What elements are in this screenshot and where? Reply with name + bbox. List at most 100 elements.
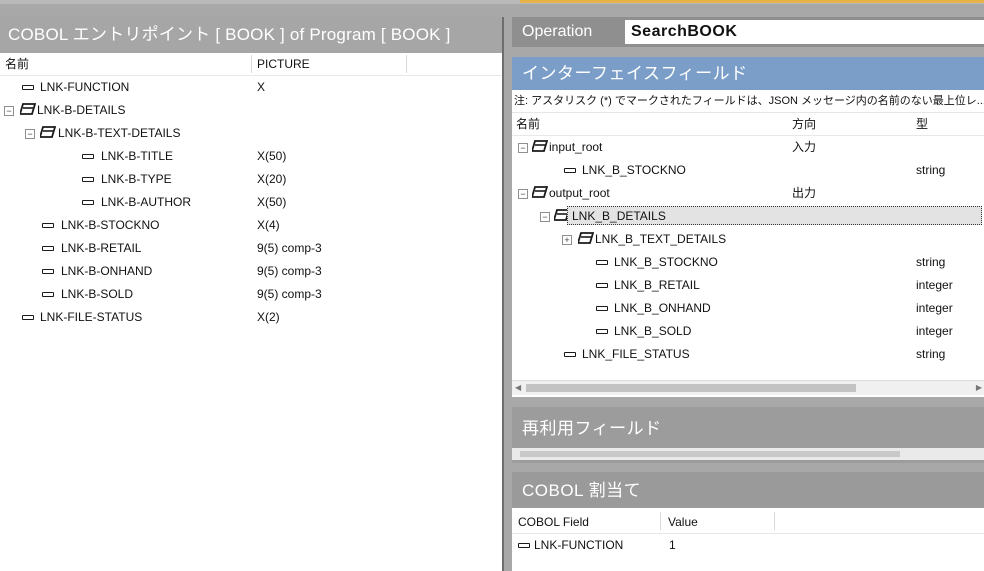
group-icon xyxy=(40,125,56,139)
field-icon xyxy=(82,177,94,182)
column-value-header[interactable]: Value xyxy=(668,508,698,536)
tree-row-picture: 9(5) comp-3 xyxy=(257,264,322,278)
collapse-toggle-icon[interactable]: − xyxy=(25,129,35,139)
collapse-toggle-icon[interactable]: − xyxy=(518,143,528,153)
operation-label: Operation xyxy=(522,23,593,40)
tree-row-type: string xyxy=(916,347,946,361)
tree-row-type: integer xyxy=(916,324,953,338)
tree-row-picture: X(2) xyxy=(257,310,280,324)
tree-row[interactable]: − LNK-B-DETAILS xyxy=(0,99,502,122)
tree-row-name: LNK-B-DETAILS xyxy=(37,103,126,117)
column-divider[interactable] xyxy=(406,55,407,73)
operation-name-field[interactable]: SearchBOOK xyxy=(625,20,984,44)
tree-row[interactable]: LNK_B_SOLD integer xyxy=(512,320,984,343)
column-type-header[interactable]: 型 xyxy=(916,113,928,135)
field-icon xyxy=(596,306,608,311)
tree-row[interactable]: LNK-B-AUTHOR X(50) xyxy=(0,191,502,214)
tree-row-picture: 9(5) comp-3 xyxy=(257,241,322,255)
column-picture-header[interactable]: PICTURE xyxy=(257,53,310,75)
top-strip xyxy=(0,0,984,4)
table-row[interactable]: LNK-FUNCTION 1 xyxy=(512,534,984,557)
tree-row[interactable]: LNK-B-STOCKNO X(4) xyxy=(0,214,502,237)
tree-row-name: LNK_B_ONHAND xyxy=(614,301,711,315)
column-field-header[interactable]: COBOL Field xyxy=(518,508,589,536)
tree-row-name: LNK_B_RETAIL xyxy=(614,278,700,292)
tree-row-name: LNK_B_SOLD xyxy=(614,324,692,338)
column-direction-header[interactable]: 方向 xyxy=(792,113,816,135)
tree-row[interactable]: LNK-B-RETAIL 9(5) comp-3 xyxy=(0,237,502,260)
tree-row[interactable]: − input_root 入力 xyxy=(512,136,984,159)
tree-row-picture: X(20) xyxy=(257,172,287,186)
field-icon xyxy=(22,85,34,90)
expand-toggle-icon[interactable]: + xyxy=(562,235,572,245)
cobol-field-value[interactable]: 1 xyxy=(669,534,676,557)
tree-row[interactable]: LNK-B-ONHAND 9(5) comp-3 xyxy=(0,260,502,283)
tree-row-name: LNK-B-ONHAND xyxy=(61,264,153,278)
tree-row-name: LNK-B-STOCKNO xyxy=(61,218,160,232)
scroll-right-icon[interactable]: ▶ xyxy=(976,383,982,392)
cobol-assignment-panel: COBOL 割当て COBOL Field Value LNK-FUNCTION… xyxy=(512,472,984,571)
tree-row-name: LNK-FUNCTION xyxy=(40,80,130,94)
tree-row-picture: X(50) xyxy=(257,149,287,163)
tree-row-picture: X xyxy=(257,80,266,94)
tree-row-name: LNK_B_TEXT_DETAILS xyxy=(595,232,727,246)
tree-row-name: LNK_B_STOCKNO xyxy=(614,255,718,269)
active-tab-accent xyxy=(520,0,984,3)
tree-row[interactable]: − output_root 出力 xyxy=(512,182,984,205)
cobol-entry-point-panel: COBOL エントリポイント [ BOOK ] of Program [ BOO… xyxy=(0,17,504,571)
field-icon xyxy=(82,200,94,205)
tree-row-type: string xyxy=(916,163,946,177)
tree-row-name: LNK-B-RETAIL xyxy=(61,241,142,255)
column-divider[interactable] xyxy=(660,512,661,530)
tree-row-name: LNK-B-AUTHOR xyxy=(101,195,192,209)
collapse-toggle-icon[interactable]: − xyxy=(540,212,550,222)
reuse-fields-panel: 再利用フィールド xyxy=(512,407,984,463)
field-icon xyxy=(22,315,34,320)
column-name-header[interactable]: 名前 xyxy=(5,53,29,75)
horizontal-scrollbar[interactable]: ◀ ▶ xyxy=(512,380,984,395)
panel-title: 再利用フィールド xyxy=(522,419,662,438)
group-icon xyxy=(578,231,594,245)
collapse-toggle-icon[interactable]: − xyxy=(518,189,528,199)
tree-row-type: integer xyxy=(916,278,953,292)
tree-row[interactable]: LNK-B-TITLE X(50) xyxy=(0,145,502,168)
tree-row[interactable]: + LNK_B_TEXT_DETAILS xyxy=(512,228,984,251)
tree-row[interactable]: LNK_B_STOCKNO string xyxy=(512,251,984,274)
interface-fields-panel: インターフェイスフィールド 注: アスタリスク (*) でマークされたフィールド… xyxy=(512,57,984,397)
scroll-left-icon[interactable]: ◀ xyxy=(515,383,521,392)
column-name-header[interactable]: 名前 xyxy=(516,113,540,135)
field-icon xyxy=(564,352,576,357)
tree-row[interactable]: LNK-FILE-STATUS X(2) xyxy=(0,306,502,329)
collapse-toggle-icon[interactable]: − xyxy=(4,106,14,116)
field-icon xyxy=(42,246,54,251)
panel-title: COBOL 割当て xyxy=(512,472,984,508)
scrollbar-thumb[interactable] xyxy=(526,384,856,392)
tree-row[interactable]: LNK-B-TYPE X(20) xyxy=(0,168,502,191)
field-icon xyxy=(82,154,94,159)
column-divider[interactable] xyxy=(251,55,252,73)
column-header: 名前 方向 型 xyxy=(512,113,984,136)
scrollbar-thumb[interactable] xyxy=(520,451,900,457)
tree-row-name: LNK-B-TEXT-DETAILS xyxy=(58,126,181,140)
tree-row-name: LNK-B-TYPE xyxy=(101,172,172,186)
field-icon xyxy=(596,260,608,265)
tree-row-selected[interactable]: − LNK_B_DETAILS xyxy=(512,205,984,228)
column-header: COBOL Field Value xyxy=(512,508,984,534)
tree-row-name: LNK_B_DETAILS xyxy=(567,206,982,225)
field-icon xyxy=(596,283,608,288)
tree-row[interactable]: LNK_B_ONHAND integer xyxy=(512,297,984,320)
tree-row[interactable]: − LNK-B-TEXT-DETAILS xyxy=(0,122,502,145)
tree-row-direction: 入力 xyxy=(792,140,817,154)
column-divider[interactable] xyxy=(774,512,775,530)
tree-row[interactable]: LNK_B_RETAIL integer xyxy=(512,274,984,297)
field-icon xyxy=(564,168,576,173)
tree-row[interactable]: LNK-FUNCTION X xyxy=(0,76,502,99)
tree-row-picture: 9(5) comp-3 xyxy=(257,287,322,301)
tree-row[interactable]: LNK_FILE_STATUS string xyxy=(512,343,984,366)
tree-row-name: output_root xyxy=(549,186,610,200)
field-icon xyxy=(596,329,608,334)
tree-row[interactable]: LNK-B-SOLD 9(5) comp-3 xyxy=(0,283,502,306)
horizontal-scrollbar[interactable] xyxy=(512,448,984,460)
operation-bar: Operation SearchBOOK xyxy=(512,17,984,47)
tree-row[interactable]: LNK_B_STOCKNO string xyxy=(512,159,984,182)
